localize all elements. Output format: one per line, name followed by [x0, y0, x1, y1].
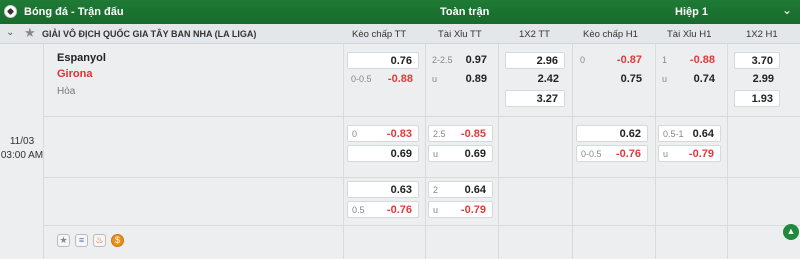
- odds-cell[interactable]: u 0.69: [428, 145, 493, 162]
- line-value: u: [663, 149, 669, 159]
- odds-cell[interactable]: 2 0.64: [428, 181, 493, 198]
- odds-cell[interactable]: 0 -0.83: [347, 125, 419, 142]
- chevron-down-icon[interactable]: ⌄: [782, 3, 792, 17]
- star-icon[interactable]: ★: [57, 234, 70, 247]
- line-value: 2.5: [433, 129, 446, 139]
- odd-value: 0.64: [464, 184, 486, 196]
- odds-cell[interactable]: u 0.74: [658, 71, 721, 88]
- odd-value: -0.88: [387, 73, 413, 85]
- line-value: u: [433, 149, 439, 159]
- odds-cell[interactable]: u 0.89: [428, 71, 493, 88]
- line-value: 0.5: [352, 205, 365, 215]
- odd-value: 1.93: [751, 93, 773, 105]
- odds-cell[interactable]: 2-2.5 0.97: [428, 52, 493, 69]
- odd-value: 2.96: [536, 55, 558, 67]
- odds-cell[interactable]: u -0.79: [658, 145, 721, 162]
- sport-title: Bóng đá - Trận đấu: [24, 6, 124, 18]
- line-value: u: [432, 74, 438, 84]
- line-value: 0: [580, 55, 586, 65]
- line-value: 0-0.5: [351, 74, 372, 84]
- col-header-1x2-h1: 1X2 H1: [746, 29, 778, 40]
- odd-value: 0.89: [465, 73, 487, 85]
- odds-cell[interactable]: 3.70: [734, 52, 780, 69]
- odds-cell[interactable]: 0-0.5 -0.76: [576, 145, 648, 162]
- top-bar: Bóng đá - Trận đấu Toàn trận Hiệp 1 ⌄: [0, 0, 800, 24]
- odds-cell[interactable]: 0.76: [347, 52, 419, 69]
- draw-label: Hòa: [57, 86, 76, 97]
- odds-cell[interactable]: 3.27: [505, 90, 565, 107]
- odds-cell[interactable]: 2.5 -0.85: [428, 125, 493, 142]
- odd-value: -0.87: [616, 54, 642, 66]
- line-value: 2-2.5: [432, 55, 453, 65]
- odd-value: 3.27: [536, 93, 558, 105]
- away-team[interactable]: Girona: [57, 68, 92, 80]
- line-value: 0.5-1: [663, 129, 684, 139]
- odds-cell[interactable]: 2.42: [505, 71, 565, 88]
- odds-cell[interactable]: u -0.79: [428, 201, 493, 218]
- odds-cell[interactable]: 0.75: [576, 71, 648, 88]
- odd-value: 0.63: [390, 184, 412, 196]
- col-header-ou-tt: Tài Xỉu TT: [438, 29, 482, 40]
- line-value: 0-0.5: [581, 149, 602, 159]
- scroll-to-top-button[interactable]: ▲: [783, 224, 799, 240]
- col-header-ah-h1: Kèo chấp H1: [583, 29, 638, 40]
- fire-icon[interactable]: ♨: [93, 234, 106, 247]
- odds-cell[interactable]: 0 -0.87: [576, 52, 648, 69]
- odd-value: -0.76: [615, 148, 641, 160]
- time-column: 11/03 03:00 AM: [0, 44, 44, 259]
- league-header: ⌄ ★ GIẢI VÔ ĐỊCH QUỐC GIA TÂY BAN NHA (L…: [0, 24, 800, 44]
- odds-cell[interactable]: 2.96: [505, 52, 565, 69]
- odd-value: 2.42: [537, 73, 559, 85]
- odd-value: -0.76: [386, 204, 412, 216]
- odd-value: 0.74: [693, 73, 715, 85]
- odd-value: 0.69: [464, 148, 486, 160]
- line-value: 0: [352, 129, 358, 139]
- odds-cell[interactable]: 1.93: [734, 90, 780, 107]
- odd-value: -0.85: [460, 128, 486, 140]
- full-match-label: Toàn trận: [440, 6, 490, 18]
- col-header-ah-tt: Kèo chấp TT: [352, 29, 407, 40]
- odds-cell[interactable]: 2.99: [734, 71, 780, 88]
- odd-value: 2.99: [752, 73, 774, 85]
- odds-cell[interactable]: 0.63: [347, 181, 419, 198]
- odd-value: -0.88: [689, 54, 715, 66]
- odd-value: 0.75: [620, 73, 642, 85]
- home-team[interactable]: Espanyol: [57, 52, 106, 64]
- odds-cell[interactable]: 0.62: [576, 125, 648, 142]
- odd-value: -0.79: [688, 148, 714, 160]
- collapse-icon[interactable]: ⌄: [6, 27, 14, 38]
- odd-value: 0.62: [619, 128, 641, 140]
- first-half-label: Hiệp 1: [675, 6, 709, 18]
- col-header-1x2-tt: 1X2 TT: [519, 29, 550, 40]
- stats-icon[interactable]: ≡: [75, 234, 88, 247]
- line-value: u: [433, 205, 439, 215]
- col-header-ou-h1: Tài Xỉu H1: [667, 29, 712, 40]
- odds-cell[interactable]: 0.69: [347, 145, 419, 162]
- odds-cell[interactable]: 0.5 -0.76: [347, 201, 419, 218]
- star-icon[interactable]: ★: [24, 25, 36, 41]
- odd-value: 3.70: [751, 55, 773, 67]
- odd-value: 0.76: [390, 55, 412, 67]
- soccer-ball-icon: [4, 5, 17, 18]
- odd-value: -0.79: [460, 204, 486, 216]
- match-time: 03:00 AM: [0, 150, 44, 161]
- odd-value: 0.97: [465, 54, 487, 66]
- league-name: GIẢI VÔ ĐỊCH QUỐC GIA TÂY BAN NHA (LA LI…: [42, 29, 257, 39]
- odds-cell[interactable]: 1 -0.88: [658, 52, 721, 69]
- odds-cell[interactable]: 0-0.5 -0.88: [347, 71, 419, 88]
- odd-value: -0.83: [386, 128, 412, 140]
- money-icon[interactable]: $: [111, 234, 124, 247]
- line-value: 2: [433, 185, 439, 195]
- odds-cell[interactable]: 0.5-1 0.64: [658, 125, 721, 142]
- line-value: 1: [662, 55, 668, 65]
- line-value: u: [662, 74, 668, 84]
- odd-value: 0.64: [692, 128, 714, 140]
- match-grid: 11/03 03:00 AM Espanyol Girona Hòa 0.76 …: [0, 44, 800, 259]
- match-date: 11/03: [9, 136, 35, 147]
- odd-value: 0.69: [390, 148, 412, 160]
